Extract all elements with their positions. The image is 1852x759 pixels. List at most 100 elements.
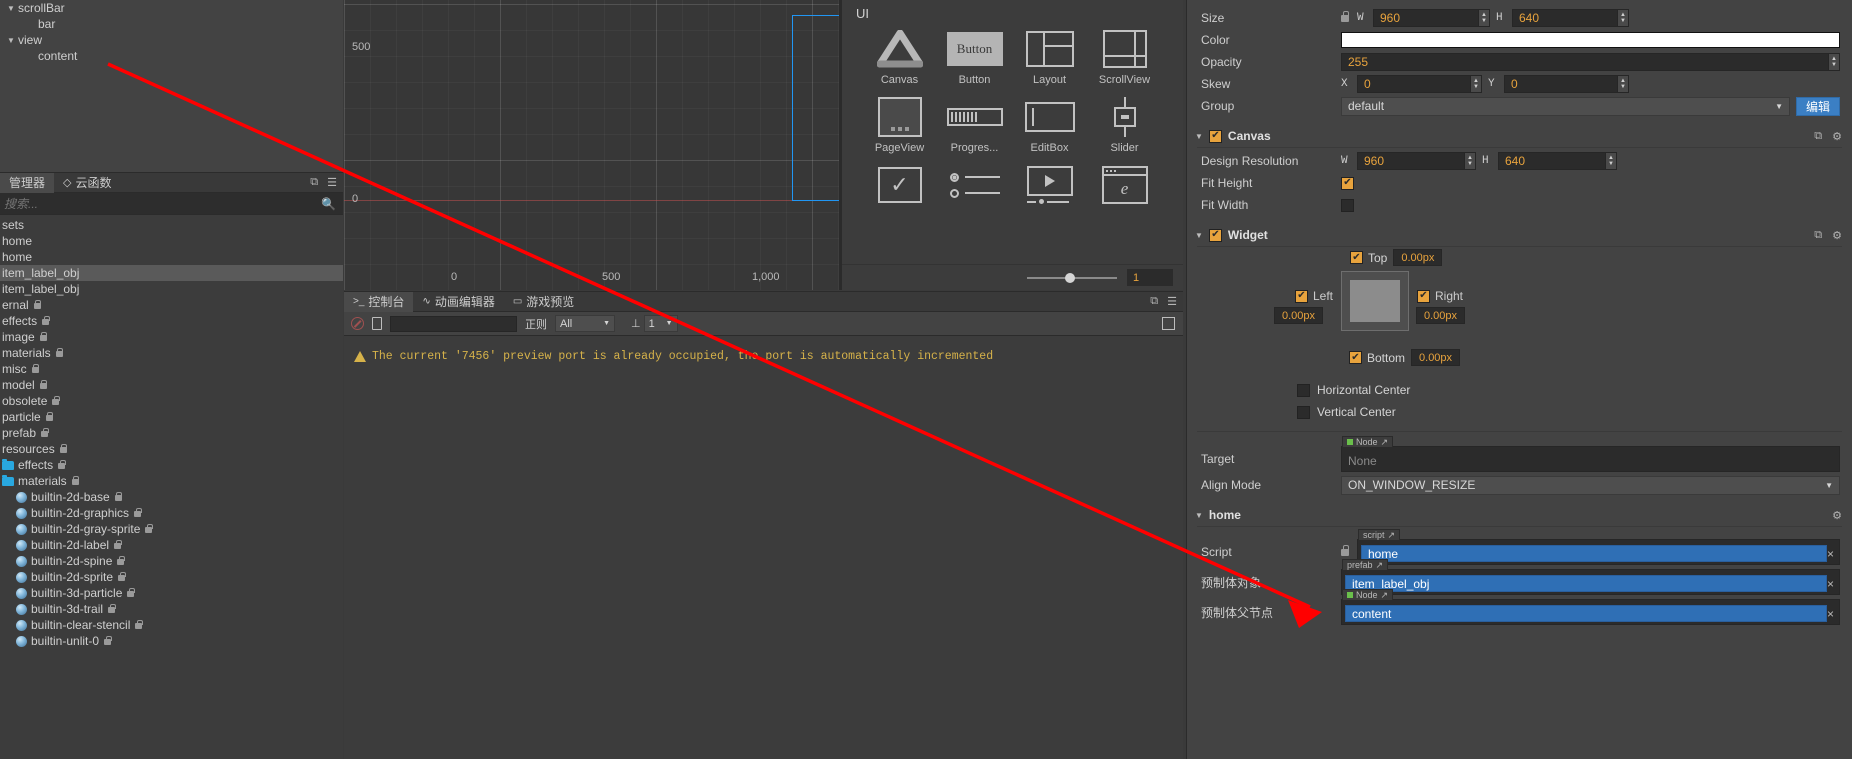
palette-zoom-slider-knob[interactable] xyxy=(1065,272,1075,283)
stepper-icon[interactable]: ▲ ▼ xyxy=(1605,153,1616,169)
palette-item-togglegroup[interactable] xyxy=(937,164,1012,210)
regex-toggle[interactable]: 正则 xyxy=(525,316,547,332)
palette-item-webview[interactable]: e xyxy=(1087,164,1162,210)
menu-icon[interactable]: ☰ xyxy=(1167,295,1177,308)
collapse-icon[interactable] xyxy=(1162,317,1175,330)
widget-top-checkbox[interactable] xyxy=(1350,251,1363,264)
gear-icon[interactable]: ⚙ xyxy=(1832,509,1842,522)
scene-view[interactable]: 500 0 0 500 1,000 拖拽到输入框即可 xyxy=(344,0,839,290)
palette-item-canvas[interactable]: Canvas xyxy=(862,28,937,86)
asset-row[interactable]: materials xyxy=(0,473,343,489)
asset-row[interactable]: builtin-3d-trail xyxy=(0,601,343,617)
palette-item-pageview[interactable]: PageView xyxy=(862,96,937,154)
asset-row[interactable]: resources xyxy=(0,441,343,457)
widget-bottom-value[interactable]: 0.00px xyxy=(1411,349,1461,366)
assets-tree[interactable]: sets home home item_label_obj item_label_obj… xyxy=(0,215,343,758)
group-edit-button[interactable]: 编辑 xyxy=(1795,96,1840,116)
asset-row[interactable]: image xyxy=(0,329,343,345)
color-swatch[interactable] xyxy=(1341,32,1840,48)
horizontal-center-checkbox[interactable] xyxy=(1297,383,1310,397)
asset-row[interactable]: builtin-2d-sprite xyxy=(0,569,343,585)
link-icon[interactable]: ↗ xyxy=(1388,530,1396,541)
asset-row[interactable]: ernal xyxy=(0,297,343,313)
widget-top-checkbox-group[interactable]: Top xyxy=(1350,251,1387,265)
menu-icon[interactable]: ☰ xyxy=(327,176,337,189)
asset-row[interactable]: builtin-2d-gray-sprite xyxy=(0,521,343,537)
asset-row[interactable]: sets xyxy=(0,217,343,233)
hierarchy-item-bar[interactable]: bar xyxy=(0,16,343,32)
chevron-down-icon[interactable]: ▼ xyxy=(1195,231,1203,240)
asset-row[interactable]: effects xyxy=(0,313,343,329)
gear-icon[interactable]: ⚙ xyxy=(1832,229,1842,242)
hierarchy-item-view[interactable]: ▼ view xyxy=(0,32,343,48)
palette-item-progressbar[interactable]: Progres... xyxy=(937,96,1012,154)
prefab-reference-field[interactable]: prefab ↗ item_label_obj × xyxy=(1341,559,1840,595)
font-size-select[interactable]: 1 ▼ xyxy=(643,315,678,332)
design-res-width-input[interactable]: 960 ▲ ▼ xyxy=(1357,152,1476,170)
skew-y-input[interactable]: 0 ▲ ▼ xyxy=(1504,75,1629,93)
asset-row[interactable]: builtin-2d-label xyxy=(0,537,343,553)
stepper-icon[interactable]: ▲ ▼ xyxy=(1617,76,1628,92)
section-widget-header[interactable]: ▼ Widget ⧉ ⚙ xyxy=(1187,224,1852,246)
size-width-input[interactable]: 960 ▲ ▼ xyxy=(1373,9,1490,27)
size-height-input[interactable]: 640 ▲ ▼ xyxy=(1512,9,1629,27)
asset-row[interactable]: home xyxy=(0,233,343,249)
link-icon[interactable]: ↗ xyxy=(1381,437,1389,448)
help-icon[interactable]: ⧉ xyxy=(1814,130,1822,143)
widget-top-value[interactable]: 0.00px xyxy=(1393,249,1443,266)
search-icon[interactable]: 🔍 xyxy=(321,197,339,211)
script-clear-button[interactable]: × xyxy=(1827,547,1839,564)
stepper-icon[interactable]: ▲ ▼ xyxy=(1617,10,1628,26)
asset-row[interactable]: prefab xyxy=(0,425,343,441)
chevron-down-icon[interactable]: ▼ xyxy=(6,36,16,45)
palette-item-editbox[interactable]: EditBox xyxy=(1012,96,1087,154)
palette-item-toggle[interactable]: ✓ xyxy=(862,164,937,210)
asset-row[interactable]: particle xyxy=(0,409,343,425)
align-mode-select[interactable]: ON_WINDOW_RESIZE ▼ xyxy=(1341,475,1840,495)
widget-enable-checkbox[interactable] xyxy=(1208,228,1222,242)
chevron-down-icon[interactable]: ▼ xyxy=(6,4,16,13)
palette-item-button[interactable]: Button Button xyxy=(937,28,1012,86)
chevron-down-icon[interactable]: ▼ xyxy=(1195,132,1203,141)
asset-row[interactable]: obsolete xyxy=(0,393,343,409)
asset-row[interactable]: builtin-2d-base xyxy=(0,489,343,505)
asset-row[interactable]: home xyxy=(0,249,343,265)
prefab-value[interactable]: item_label_obj xyxy=(1345,575,1827,592)
help-icon[interactable]: ⧉ xyxy=(1814,229,1822,242)
palette-item-videoplayer[interactable] xyxy=(1012,164,1087,210)
tab-console[interactable]: >_ 控制台 xyxy=(344,291,414,312)
asset-row[interactable]: builtin-3d-particle xyxy=(0,585,343,601)
widget-left-checkbox[interactable] xyxy=(1295,289,1308,303)
stepper-icon[interactable]: ▲ ▼ xyxy=(1478,10,1489,26)
stepper-icon[interactable]: ▲ ▼ xyxy=(1828,54,1839,70)
assets-search-input[interactable] xyxy=(4,196,322,211)
widget-left-value[interactable]: 0.00px xyxy=(1274,307,1324,324)
palette-item-layout[interactable]: Layout xyxy=(1012,28,1087,86)
asset-row[interactable]: effects xyxy=(0,457,343,473)
hierarchy-item-content[interactable]: content xyxy=(0,48,343,64)
asset-row[interactable]: builtin-clear-stencil xyxy=(0,617,343,633)
copy-icon[interactable]: ⧉ xyxy=(1150,295,1158,308)
chevron-down-icon[interactable]: ▼ xyxy=(1195,511,1203,520)
clear-icon[interactable] xyxy=(351,317,364,330)
prefab-parent-reference-field[interactable]: Node ↗ content × xyxy=(1341,589,1840,625)
asset-row[interactable]: materials xyxy=(0,345,343,361)
asset-row[interactable]: builtin-2d-graphics xyxy=(0,505,343,521)
asset-row[interactable]: builtin-2d-spine xyxy=(0,553,343,569)
section-canvas-header[interactable]: ▼ Canvas ⧉ ⚙ xyxy=(1187,125,1852,147)
size-lock-icon[interactable] xyxy=(1341,11,1350,22)
log-level-select[interactable]: All ▼ xyxy=(555,315,615,332)
canvas-enable-checkbox[interactable] xyxy=(1208,129,1222,143)
script-lock-icon[interactable] xyxy=(1341,545,1350,556)
copy-icon[interactable]: ⧉ xyxy=(310,176,318,189)
tab-game-preview[interactable]: ▭ 游戏预览 xyxy=(504,292,583,312)
script-value[interactable]: home xyxy=(1361,545,1827,562)
design-res-height-input[interactable]: 640 ▲ ▼ xyxy=(1498,152,1617,170)
tab-animation-editor[interactable]: ∿ 动画编辑器 xyxy=(413,292,503,312)
asset-row[interactable]: item_label_obj xyxy=(0,281,343,297)
prefab-parent-value[interactable]: content xyxy=(1345,605,1827,622)
palette-item-slider[interactable]: Slider xyxy=(1087,96,1162,154)
section-home-header[interactable]: ▼ home ⚙ xyxy=(1187,504,1852,526)
script-reference-field[interactable]: script ↗ home × xyxy=(1357,529,1840,565)
fit-width-checkbox[interactable] xyxy=(1341,198,1354,212)
